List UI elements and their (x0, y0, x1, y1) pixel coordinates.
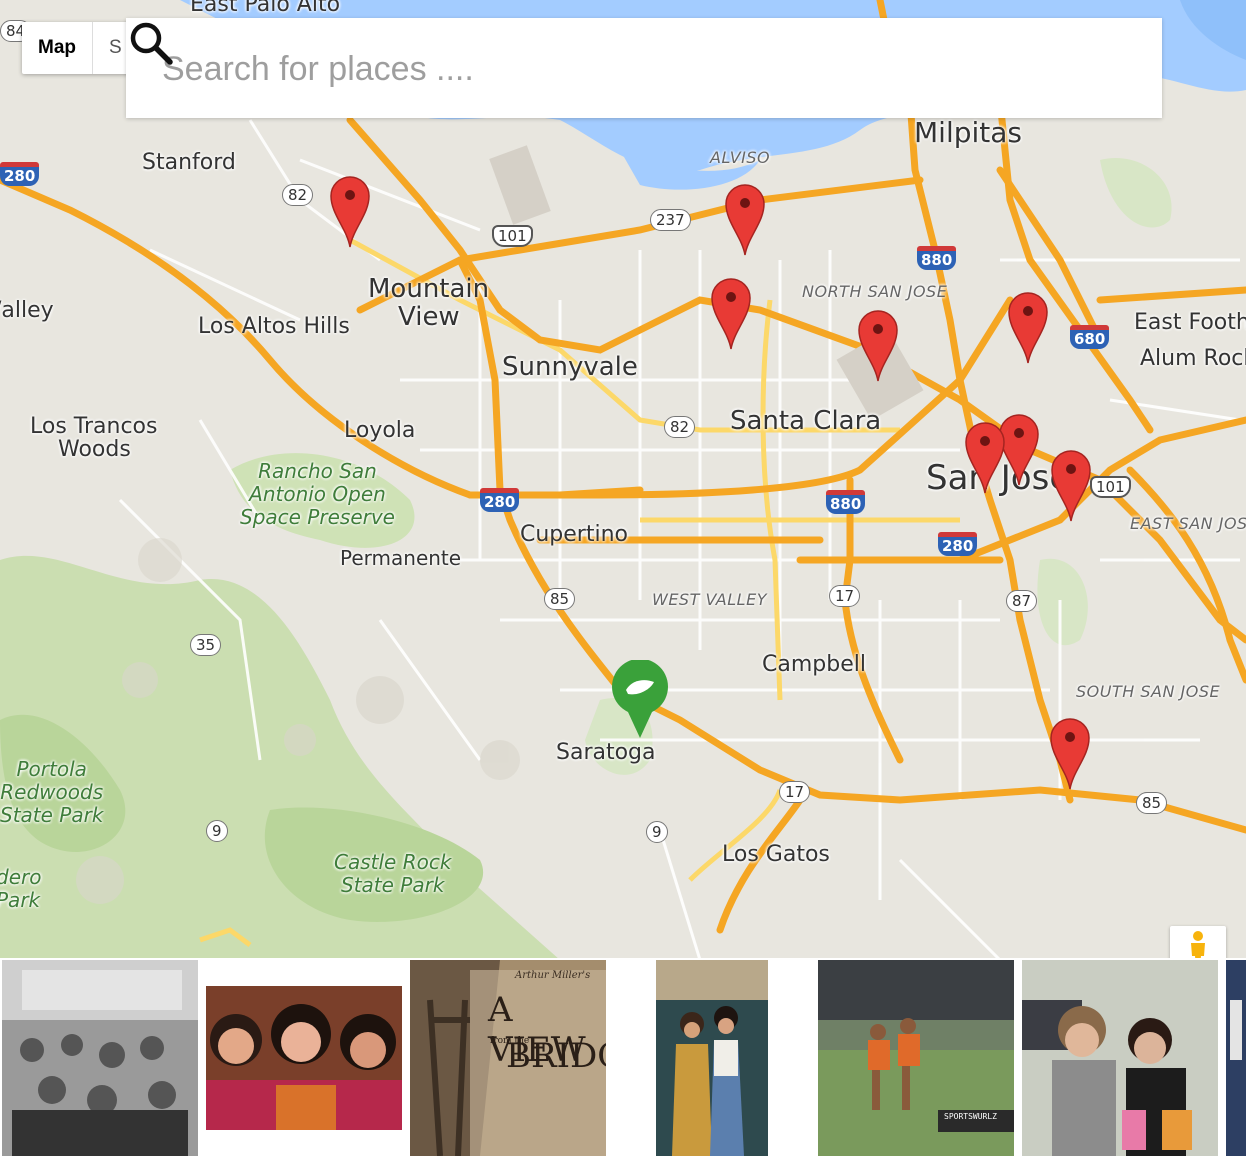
search-input[interactable] (160, 42, 1044, 96)
pegman-icon (1191, 931, 1205, 960)
place-saratoga: Saratoga (556, 740, 656, 765)
home-location-marker[interactable] (610, 660, 670, 740)
map-marker-1[interactable] (329, 174, 371, 248)
place-mountain-view-line2: View (398, 302, 460, 332)
route-87-shield: 87 (1006, 590, 1038, 612)
route-17-shield-south: 17 (779, 781, 811, 803)
route-101-shield: 101 (492, 225, 533, 247)
place-los-altos-hills: Los Altos Hills (198, 314, 350, 339)
search-box (126, 18, 1162, 118)
route-280-shield-san-jose: 280 (938, 532, 978, 556)
place-los-gatos: Los Gatos (722, 842, 830, 867)
route-9-shield: 9 (206, 820, 228, 842)
route-35-shield: 35 (190, 634, 222, 656)
route-101-shield-san-jose: 101 (1090, 476, 1131, 498)
place-los-trancos-line1: Los Trancos (30, 414, 158, 439)
photo-strip: Arthur Miller's A VIEW from the BRIDGE S… (0, 958, 1246, 1158)
map-marker-3[interactable] (710, 276, 752, 350)
place-east-san-jose: EAST SAN JOS (1130, 514, 1246, 533)
route-82-shield-south: 82 (664, 416, 696, 438)
photo-7-partial[interactable] (1226, 960, 1246, 1156)
place-stanford: Stanford (142, 150, 236, 175)
place-milpitas: Milpitas (914, 116, 1022, 149)
place-west-valley: WEST VALLEY (652, 590, 767, 609)
map-canvas[interactable]: East Palo Alto Stanford Milpitas ALVISO … (0, 0, 1246, 960)
route-85-shield: 85 (544, 588, 576, 610)
map-marker-5[interactable] (1007, 290, 1049, 364)
route-280-shield: 280 (0, 162, 40, 186)
route-680-shield: 680 (1070, 325, 1110, 349)
photo-1-cafe[interactable] (2, 960, 198, 1156)
map-type-map-button[interactable]: Map (22, 22, 92, 74)
place-sanborn-park: dero Park (0, 865, 42, 912)
poster-title-line2: BRIDGE (506, 1036, 606, 1076)
place-alum-rock: Alum Rock (1140, 346, 1246, 371)
place-loyola: Loyola (344, 418, 416, 443)
street-view-pegman[interactable] (1170, 926, 1226, 960)
place-cupertino: Cupertino (520, 522, 628, 547)
photo-2-friends[interactable] (206, 960, 402, 1156)
place-north-san-jose: NORTH SAN JOSE (802, 282, 948, 301)
route-280-shield-cupertino: 280 (480, 488, 520, 512)
photo-4-two-women[interactable] (614, 960, 810, 1156)
place-los-trancos-line2: Woods (58, 437, 131, 462)
map-marker-9[interactable] (1049, 716, 1091, 790)
photo-watermark-text: SPORTSWURLZ (944, 1112, 997, 1121)
map-marker-8[interactable] (1050, 448, 1092, 522)
photo-5-soccer[interactable]: SPORTSWURLZ (818, 960, 1014, 1156)
place-rancho-san-antonio: Rancho San Antonio Open Space Preserve (240, 459, 395, 529)
place-sunnyvale: Sunnyvale (502, 352, 638, 382)
place-alviso: ALVISO (710, 148, 771, 167)
route-17-shield: 17 (829, 585, 861, 607)
place-south-san-jose: SOUTH SAN JOSE (1076, 682, 1221, 701)
route-237-shield: 237 (650, 209, 691, 231)
route-9-shield-saratoga: 9 (646, 821, 668, 843)
place-east-palo-alto: East Palo Alto (190, 0, 341, 17)
place-santa-clara: Santa Clara (730, 406, 882, 436)
map-marker-4[interactable] (857, 308, 899, 382)
route-85-shield-east: 85 (1136, 792, 1168, 814)
map-marker-7[interactable] (964, 420, 1006, 494)
place-valley: /alley (0, 298, 54, 323)
route-82-shield: 82 (282, 184, 314, 206)
place-east-foothills: East Foothi (1134, 310, 1246, 335)
map-marker-2[interactable] (724, 182, 766, 256)
place-permanente: Permanente (340, 546, 462, 570)
route-880-shield: 880 (917, 246, 957, 270)
photo-6-restaurant[interactable] (1022, 960, 1218, 1156)
poster-author-text: Arthur Miller's (515, 970, 591, 981)
map-type-control: Map S (22, 22, 138, 74)
route-880-shield-south: 880 (826, 490, 866, 514)
place-castle-rock: Castle Rock State Park (334, 850, 452, 897)
search-icon[interactable] (126, 18, 176, 68)
place-campbell: Campbell (762, 652, 866, 677)
place-portola-redwoods: Portola Redwoods State Park (0, 757, 104, 827)
photo-3-theatre-poster[interactable]: Arthur Miller's A VIEW from the BRIDGE (410, 960, 606, 1156)
place-mountain-view-line1: Mountain (368, 274, 490, 304)
